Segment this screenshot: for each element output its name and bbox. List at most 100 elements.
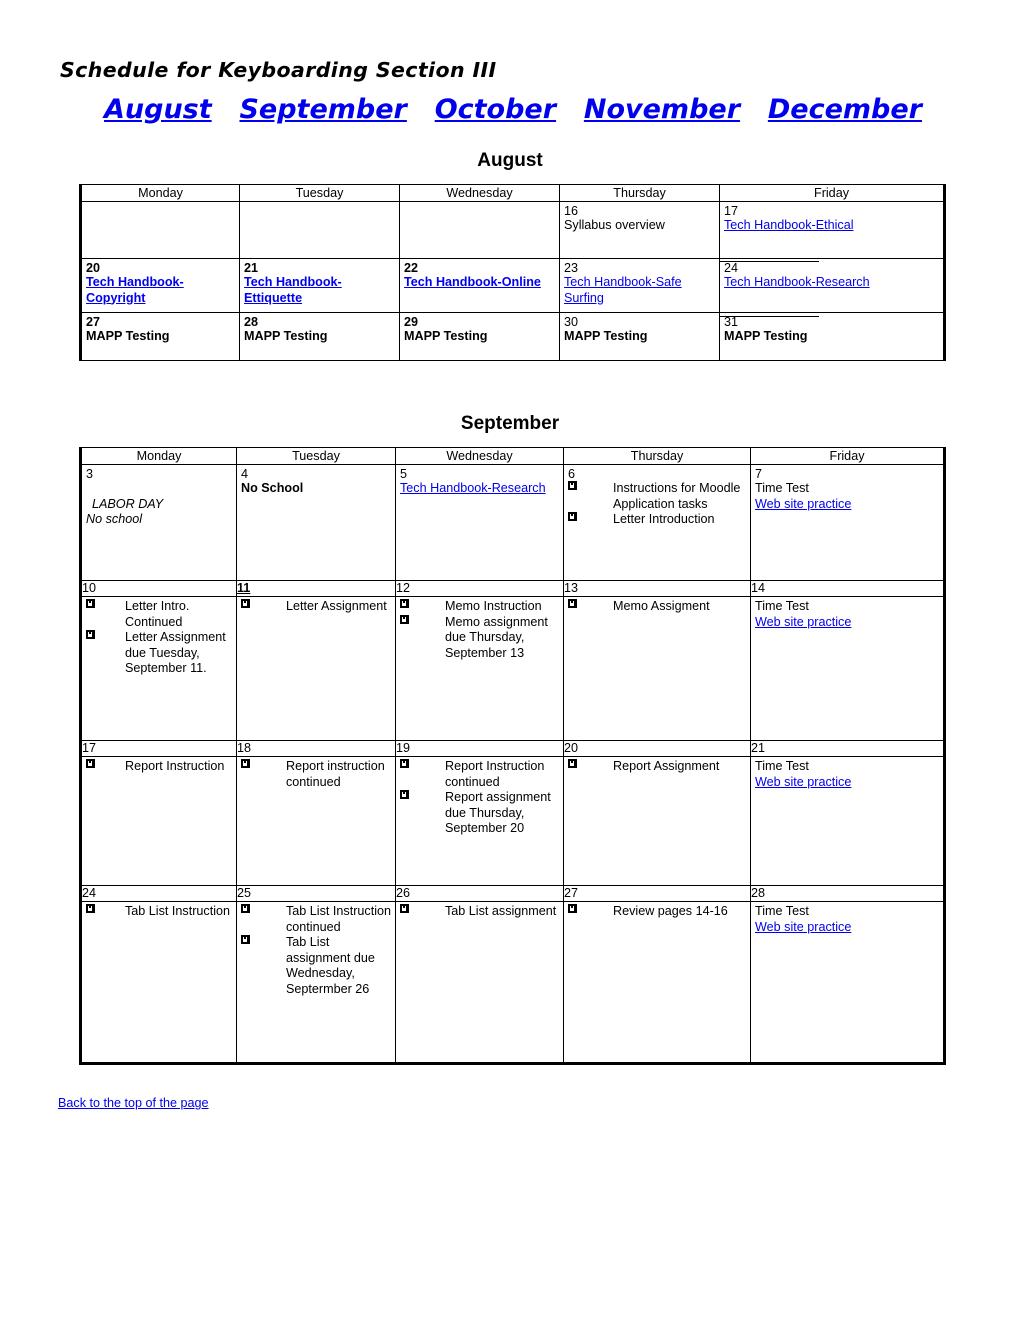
day-cell-aug-24: 24 Tech Handbook-Research xyxy=(719,258,946,313)
date-number: 21 xyxy=(244,261,259,275)
back-to-top-link[interactable]: Back to the top of the page xyxy=(58,1096,209,1110)
day-cell-sep-27: Review pages 14-16 xyxy=(563,901,751,1065)
list-item-label: Review pages 14-16 xyxy=(613,904,728,918)
month-link-september[interactable]: September xyxy=(239,94,406,125)
list-item-label: Tab List Instruction continued xyxy=(286,904,391,934)
link-tech-handbook-research[interactable]: Tech Handbook-Research xyxy=(400,481,546,495)
list-item: Letter Assignment due Tuesday, September… xyxy=(86,630,233,677)
bullet-box-icon xyxy=(400,759,409,768)
partial-row-rule xyxy=(719,261,819,262)
day-cell-sep-21: Time Test Web site practice xyxy=(750,756,946,886)
day-cell-empty-2 xyxy=(239,201,400,259)
bullet-box-icon xyxy=(568,481,577,490)
list-item: Letter Intro. Continued xyxy=(86,599,233,630)
september-weekday-header-row: Monday Tuesday Wednesday Thursday Friday xyxy=(79,447,946,465)
month-link-october[interactable]: October xyxy=(435,94,556,125)
bullet-box-icon xyxy=(241,759,250,768)
day-cell-empty-3 xyxy=(399,201,560,259)
list-item: Letter Introduction xyxy=(568,512,747,528)
date-number: 19 xyxy=(396,741,411,755)
list-item-label: Tab List Instruction xyxy=(125,904,230,918)
date-number-cell: 27 xyxy=(563,885,751,902)
day-entry: Time Test xyxy=(755,759,809,773)
partial-row-rule xyxy=(719,316,819,317)
bullet-box-icon xyxy=(86,599,95,608)
weekday-header-monday: Monday xyxy=(79,447,237,465)
list-item: Tab List Instruction xyxy=(86,904,233,920)
link-tech-handbook-online[interactable]: Tech Handbook-Online xyxy=(404,275,541,289)
weekday-header-friday: Friday xyxy=(750,447,946,465)
month-link-august[interactable]: August xyxy=(104,94,212,125)
weekday-header-tuesday: Tuesday xyxy=(239,184,400,202)
date-header-row: 10 11 12 13 14 xyxy=(79,580,946,597)
day-cell-sep-11: Letter Assignment xyxy=(236,596,396,741)
list-item-label: Instructions for Moodle Application task… xyxy=(613,481,741,511)
table-row: 27 MAPP Testing 28 MAPP Testing 29 MAPP … xyxy=(79,312,946,361)
date-number-cell: 17 xyxy=(79,740,237,757)
date-number: 7 xyxy=(755,467,763,481)
list-item-label: Memo Instruction xyxy=(445,599,542,613)
date-number: 31 xyxy=(724,315,739,329)
table-row: 3 LABOR DAY No school 4 No School 5 Tech… xyxy=(79,464,946,581)
list-item: Memo Instruction xyxy=(400,599,560,615)
day-cell-sep-18: Report instruction continued xyxy=(236,756,396,886)
day-cell-sep-10: Letter Intro. Continued Letter Assignmen… xyxy=(79,596,237,741)
table-row: Report Instruction Report instruction co… xyxy=(79,756,946,886)
list-item-label: Letter Assignment due Tuesday, September… xyxy=(125,630,226,675)
link-tech-handbook-ettiquette[interactable]: Tech Handbook-Ettiquette xyxy=(244,275,342,305)
weekday-header-thursday: Thursday xyxy=(559,184,720,202)
list-item-label: Report Assignment xyxy=(613,759,720,773)
date-number: 12 xyxy=(396,581,411,595)
link-tech-handbook-copyright[interactable]: Tech Handbook-Copyright xyxy=(86,275,184,305)
date-number: 28 xyxy=(244,315,259,329)
date-number: 29 xyxy=(404,315,419,329)
list-item: Report assignment due Thursday, Septembe… xyxy=(400,790,560,837)
link-tech-handbook-safe-surfing[interactable]: Tech Handbook-Safe Surfing xyxy=(564,275,682,305)
date-number: 16 xyxy=(564,204,579,218)
day-entry: MAPP Testing xyxy=(724,329,808,343)
list-item-label: Report Instruction continued xyxy=(445,759,545,789)
link-web-site-practice[interactable]: Web site practice xyxy=(755,775,851,789)
link-web-site-practice[interactable]: Web site practice xyxy=(755,920,851,934)
link-web-site-practice[interactable]: Web site practice xyxy=(755,615,851,629)
list-item: Report Instruction continued xyxy=(400,759,560,790)
list-item-label: Report instruction continued xyxy=(286,759,385,789)
august-heading: August xyxy=(477,150,543,171)
bullet-box-icon xyxy=(400,790,409,799)
day-cell-aug-16: 16 Syllabus overview xyxy=(559,201,720,259)
link-web-site-practice[interactable]: Web site practice xyxy=(755,497,851,511)
day-cell-sep-7: 7 Time Test Web site practice xyxy=(750,464,946,581)
month-navigation: August September October November Decemb… xyxy=(60,94,960,125)
day-entry: MAPP Testing xyxy=(244,329,328,343)
link-tech-handbook-ethical[interactable]: Tech Handbook-Ethical xyxy=(724,218,854,232)
date-number-cell: 20 xyxy=(563,740,751,757)
bullet-box-icon xyxy=(86,630,95,639)
date-number: 21 xyxy=(751,741,766,755)
date-number: 26 xyxy=(396,886,411,900)
date-number-cell: 21 xyxy=(750,740,946,757)
day-cell-sep-6: 6 Instructions for Moodle Application ta… xyxy=(563,464,751,581)
day-cell-sep-14: Time Test Web site practice xyxy=(750,596,946,741)
date-number: 14 xyxy=(751,581,766,595)
day-cell-sep-3: 3 LABOR DAY No school xyxy=(79,464,237,581)
date-number-cell: 13 xyxy=(563,580,751,597)
day-cell-aug-29: 29 MAPP Testing xyxy=(399,312,560,361)
date-number: 17 xyxy=(82,741,97,755)
list-item-label: Report Instruction xyxy=(125,759,225,773)
day-cell-aug-31: 31 MAPP Testing xyxy=(719,312,946,361)
day-cell-aug-28: 28 MAPP Testing xyxy=(239,312,400,361)
link-tech-handbook-research[interactable]: Tech Handbook-Research xyxy=(724,275,870,289)
date-number: 17 xyxy=(724,204,739,218)
list-item: Letter Assignment xyxy=(241,599,392,615)
list-item-label: Letter Assignment xyxy=(286,599,387,613)
list-item: Instructions for Moodle Application task… xyxy=(568,481,747,512)
month-link-november[interactable]: November xyxy=(584,94,740,125)
bullet-box-icon xyxy=(86,759,95,768)
list-item: Report Assignment xyxy=(568,759,747,775)
date-number: 3 xyxy=(86,467,94,481)
day-cell-aug-23: 23 Tech Handbook-Safe Surfing xyxy=(559,258,720,313)
table-row: 16 Syllabus overview 17 Tech Handbook-Et… xyxy=(79,201,946,259)
month-link-december[interactable]: December xyxy=(768,94,922,125)
august-calendar-table: Monday Tuesday Wednesday Thursday Friday… xyxy=(79,184,946,361)
day-entry: Time Test xyxy=(755,904,809,918)
